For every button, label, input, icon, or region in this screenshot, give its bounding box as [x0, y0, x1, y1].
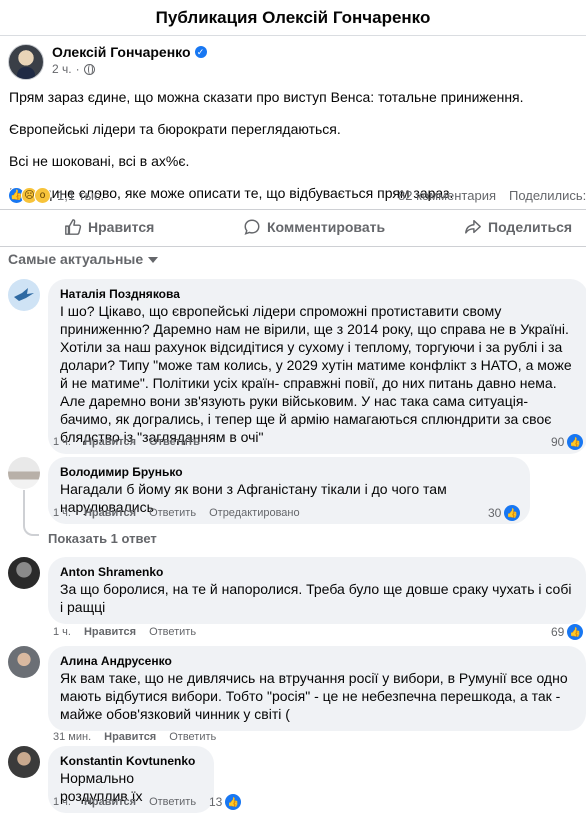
- share-icon: [465, 219, 481, 234]
- reactions-row: 👍 ☹ o 1,1 тыс. 82 комментария Поделились…: [8, 185, 586, 205]
- author-name-line: Олексій Гончаренко ✓: [52, 44, 207, 60]
- comment-like-button[interactable]: Нравится: [84, 507, 136, 519]
- chevron-down-icon: [148, 257, 159, 263]
- commenter-name[interactable]: Алина Андрусенко: [60, 653, 574, 669]
- post-paragraph: Європейські лідери та бюрократи перегляд…: [9, 121, 341, 137]
- like-badge-icon: 👍: [567, 434, 584, 450]
- author-avatar[interactable]: [8, 44, 44, 80]
- comment-time[interactable]: 1 ч.: [53, 507, 71, 519]
- comment-time[interactable]: 1 ч.: [53, 796, 71, 808]
- comment-sort-dropdown[interactable]: Самые актуальные: [8, 251, 159, 267]
- comment-time[interactable]: 31 мин.: [53, 731, 91, 743]
- comment-time[interactable]: 1 ч.: [53, 436, 71, 448]
- wow-reaction-icon: o: [34, 186, 51, 204]
- commenter-name[interactable]: Наталія Позднякова: [60, 286, 576, 302]
- comment-like-button[interactable]: Нравится: [84, 796, 136, 808]
- reactions-count[interactable]: 1,1 тыс.: [57, 188, 104, 203]
- like-button-label: Нравится: [88, 219, 155, 235]
- comment-bubble: Anton Shramenko За що боролися, на те й …: [48, 557, 586, 624]
- comment-text: Як вам таке, що не дивлячись на втручанн…: [60, 670, 568, 722]
- shares-count[interactable]: Поделились:: [509, 188, 586, 203]
- reaction-icons[interactable]: 👍 ☹ o: [8, 186, 51, 204]
- globe-icon: [83, 63, 95, 75]
- comment-like-count: 13: [209, 795, 223, 809]
- reply-thread-connector: [23, 526, 39, 536]
- post-actions-bar: Нравится Комментировать Поделиться: [0, 209, 586, 247]
- post-paragraph: Прям зараз єдине, що можна сказати про в…: [9, 89, 524, 105]
- post-time[interactable]: 2 ч.: [52, 62, 72, 76]
- comment-reply-button[interactable]: Ответить: [149, 626, 196, 638]
- comment-likes[interactable]: 90 👍: [551, 434, 584, 450]
- comment-like-button[interactable]: Нравится: [104, 731, 156, 743]
- post-meta: 2 ч. ·: [52, 62, 207, 76]
- comment-likes[interactable]: 69 👍: [551, 624, 584, 640]
- comment-reply-button[interactable]: Ответить: [149, 796, 196, 808]
- comment-likes[interactable]: 30 👍: [488, 505, 521, 521]
- commenter-name[interactable]: Konstantin Kovtunenko: [60, 753, 202, 769]
- commenter-name[interactable]: Володимир Брунько: [60, 464, 518, 480]
- commenter-avatar[interactable]: [8, 746, 40, 778]
- page-title: Публикация Олексій Гончаренко: [155, 7, 431, 27]
- comment-bubble: Алина Андрусенко Як вам таке, що не дивл…: [48, 646, 586, 731]
- comment-like-button[interactable]: Нравится: [84, 436, 136, 448]
- comments-count[interactable]: 82 комментария: [398, 188, 496, 203]
- comment-like-button[interactable]: Нравится: [84, 626, 136, 638]
- like-badge-icon: 👍: [567, 624, 584, 640]
- comment-item: Anton Shramenko За що боролися, на те й …: [8, 557, 586, 624]
- comment-like-count: 90: [551, 435, 565, 449]
- commenter-avatar[interactable]: [8, 279, 40, 311]
- verified-badge-icon: ✓: [194, 46, 207, 58]
- comment-bubble: Наталія Позднякова І шо? Цікаво, що євро…: [48, 279, 586, 454]
- separator-dot: ·: [75, 62, 80, 76]
- comment-actions: 1 ч. Нравится Ответить: [53, 436, 200, 448]
- comment-item: Наталія Позднякова І шо? Цікаво, що євро…: [8, 279, 586, 454]
- edited-label: Отредактировано: [209, 507, 300, 519]
- like-button[interactable]: Нравится: [64, 218, 154, 236]
- reply-thread-line: [23, 490, 25, 526]
- comment-actions: 31 мин. Нравится Ответить: [53, 731, 216, 743]
- comment-button-label: Комментировать: [267, 219, 386, 235]
- comment-text: За що боролися, на те й напоролися. Треб…: [60, 581, 572, 615]
- comment-text: І шо? Цікаво, що європейські лідери спро…: [60, 303, 572, 445]
- thumbs-up-icon: [65, 219, 82, 235]
- share-button-label: Поделиться: [488, 219, 573, 235]
- comment-actions: 1 ч. Нравится Ответить Отредактировано: [53, 507, 300, 519]
- comment-like-count: 30: [488, 506, 502, 520]
- comment-likes[interactable]: 13 👍: [209, 794, 242, 810]
- bird-icon: [14, 288, 34, 301]
- like-badge-icon: 👍: [504, 505, 521, 521]
- commenter-avatar[interactable]: [8, 557, 40, 589]
- comment-actions: 1 ч. Нравится Ответить: [53, 796, 196, 808]
- show-replies-button[interactable]: Показать 1 ответ: [48, 531, 157, 546]
- share-button[interactable]: Поделиться: [464, 218, 572, 236]
- comment-like-count: 69: [551, 625, 565, 639]
- comment-actions: 1 ч. Нравится Ответить: [53, 626, 196, 638]
- comment-item: Алина Андрусенко Як вам таке, що не дивл…: [8, 646, 586, 731]
- post-author-row: Олексій Гончаренко ✓ 2 ч. ·: [8, 44, 207, 80]
- comment-reply-button[interactable]: Ответить: [169, 731, 216, 743]
- comment-button[interactable]: Комментировать: [243, 218, 385, 236]
- page-header: Публикация Олексій Гончаренко: [0, 0, 586, 36]
- commenter-name[interactable]: Anton Shramenko: [60, 564, 574, 580]
- commenter-avatar[interactable]: [8, 457, 40, 489]
- post-paragraph: Всі не шоковані, всі в ах%є.: [9, 153, 190, 169]
- sort-label: Самые актуальные: [8, 251, 144, 267]
- like-badge-icon: 👍: [225, 794, 242, 810]
- comment-time[interactable]: 1 ч.: [53, 626, 71, 638]
- commenter-avatar[interactable]: [8, 646, 40, 678]
- author-block: Олексій Гончаренко ✓ 2 ч. ·: [52, 44, 207, 76]
- author-name[interactable]: Олексій Гончаренко: [52, 44, 191, 60]
- comment-icon: [244, 219, 260, 235]
- comment-reply-button[interactable]: Ответить: [149, 436, 200, 448]
- comment-reply-button[interactable]: Ответить: [149, 507, 196, 519]
